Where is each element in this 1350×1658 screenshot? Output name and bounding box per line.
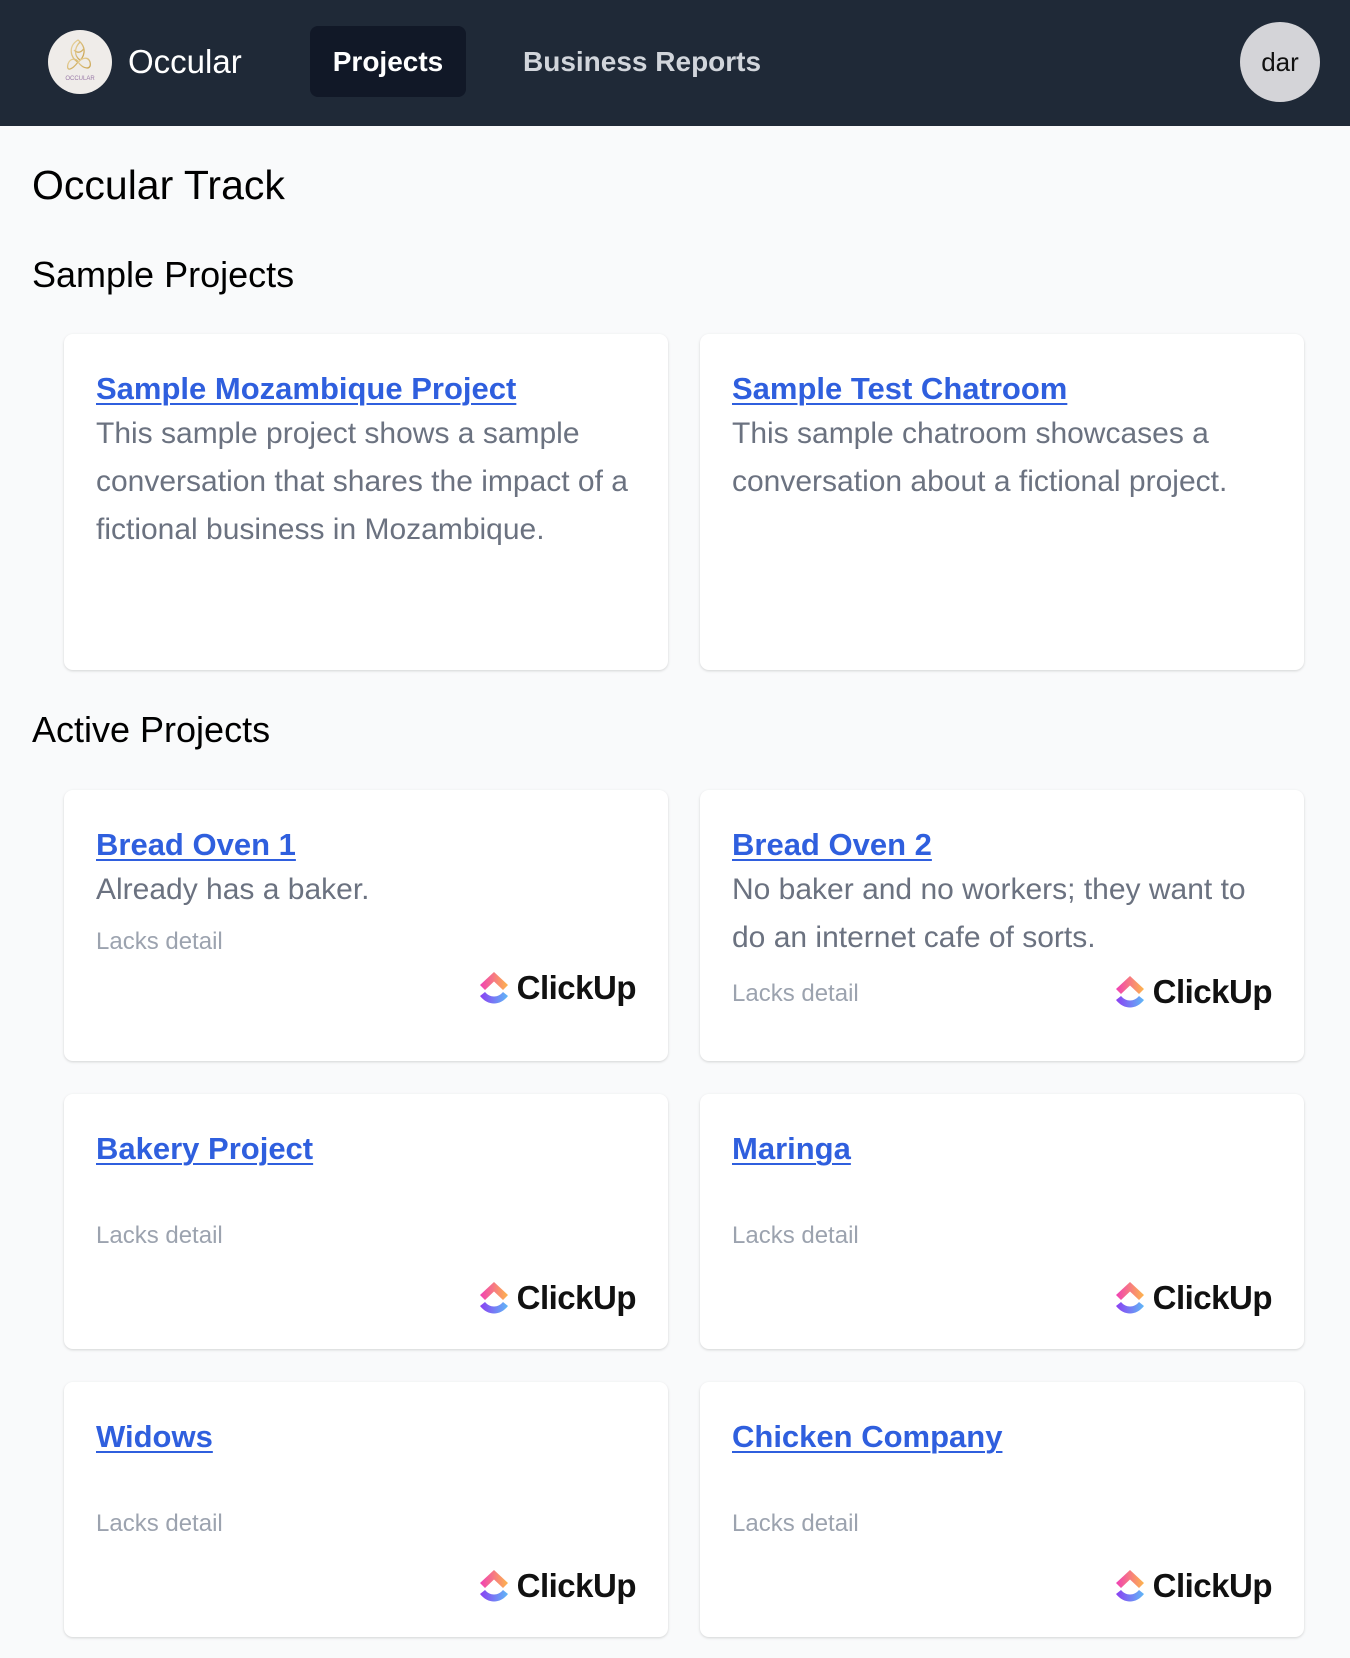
status-badge: Lacks detail — [96, 928, 223, 955]
project-description: Already has a baker. — [96, 873, 370, 906]
project-description — [732, 1458, 1272, 1506]
user-avatar[interactable]: dar — [1240, 22, 1320, 102]
clickup-wordmark: ClickUp — [1152, 1279, 1273, 1316]
project-description — [96, 1170, 636, 1218]
page-title: Occular Track — [32, 162, 285, 208]
project-link[interactable]: Sample Test Chatroom — [732, 368, 1067, 410]
project-description — [732, 1170, 1272, 1218]
clickup-link[interactable]: ClickUp — [1113, 1566, 1273, 1606]
svg-text:OCCULAR: OCCULAR — [65, 76, 95, 82]
status-badge: Lacks detail — [96, 1510, 223, 1537]
clickup-link[interactable]: ClickUp — [1113, 972, 1273, 1012]
card-footer: Lacks detail ClickUp — [96, 1506, 637, 1606]
project-link[interactable]: Chicken Company — [732, 1416, 1002, 1458]
clickup-wordmark: ClickUp — [516, 969, 637, 1006]
clickup-wordmark: ClickUp — [516, 1567, 637, 1604]
project-link[interactable]: Sample Mozambique Project — [96, 368, 516, 410]
status-badge: Lacks detail — [732, 1222, 859, 1249]
card-footer: Lacks detail ClickUp — [732, 1218, 1273, 1318]
occular-logo[interactable]: OCCULAR — [48, 30, 112, 94]
project-description: No baker and no workers; they want to do… — [732, 873, 1246, 954]
project-card-chicken-company: Chicken Company Lacks detail ClickUp — [700, 1382, 1304, 1637]
top-navbar: OCCULAR Occular Projects Business Report… — [0, 0, 1350, 126]
clickup-wordmark: ClickUp — [1152, 973, 1273, 1010]
clickup-link[interactable]: ClickUp — [477, 1278, 637, 1318]
card-footer: Lacks detail ClickUp — [732, 972, 1273, 1012]
clickup-icon — [479, 1282, 508, 1314]
active-projects-heading: Active Projects — [32, 709, 271, 750]
card-footer: Lacks detail ClickUp — [96, 1218, 637, 1318]
project-description — [96, 1458, 636, 1506]
project-description: This sample project shows a sample conve… — [96, 417, 628, 546]
project-link[interactable]: Bread Oven 2 — [732, 824, 932, 866]
clickup-icon — [1115, 1570, 1144, 1602]
clickup-link[interactable]: ClickUp — [477, 1566, 637, 1606]
clickup-icon — [479, 972, 508, 1004]
card-footer: Lacks detail ClickUp — [732, 1506, 1273, 1606]
project-card-bread-oven-1: Bread Oven 1 Already has a baker. Lacks … — [64, 790, 668, 1061]
status-badge: Lacks detail — [732, 1510, 859, 1537]
clickup-icon — [479, 1570, 508, 1602]
project-card-sample-mozambique: Sample Mozambique Project This sample pr… — [64, 334, 668, 670]
project-card-bakery-project: Bakery Project Lacks detail ClickUp — [64, 1094, 668, 1349]
project-link[interactable]: Maringa — [732, 1128, 851, 1170]
project-card-maringa: Maringa Lacks detail ClickUp — [700, 1094, 1304, 1349]
status-badge: Lacks detail — [732, 980, 859, 1007]
nav-tab-projects[interactable]: Projects — [310, 26, 466, 97]
nav-tab-business-reports[interactable]: Business Reports — [523, 26, 761, 97]
brand-name: Occular — [128, 43, 242, 80]
clickup-wordmark: ClickUp — [516, 1279, 637, 1316]
occular-logo-icon: OCCULAR — [65, 39, 95, 82]
card-footer: Lacks detail ClickUp — [96, 924, 637, 1008]
project-card-sample-chatroom: Sample Test Chatroom This sample chatroo… — [700, 334, 1304, 670]
clickup-link[interactable]: ClickUp — [477, 968, 637, 1008]
project-link[interactable]: Widows — [96, 1416, 213, 1458]
clickup-wordmark: ClickUp — [1152, 1567, 1273, 1604]
project-link[interactable]: Bakery Project — [96, 1128, 313, 1170]
sample-projects-heading: Sample Projects — [32, 254, 295, 295]
project-link[interactable]: Bread Oven 1 — [96, 824, 296, 866]
project-card-widows: Widows Lacks detail ClickUp — [64, 1382, 668, 1637]
clickup-icon — [1115, 1282, 1144, 1314]
clickup-icon — [1115, 976, 1144, 1008]
status-badge: Lacks detail — [96, 1222, 223, 1249]
project-description: This sample chatroom showcases a convers… — [732, 417, 1228, 498]
project-card-bread-oven-2: Bread Oven 2 No baker and no workers; th… — [700, 790, 1304, 1061]
clickup-link[interactable]: ClickUp — [1113, 1278, 1273, 1318]
